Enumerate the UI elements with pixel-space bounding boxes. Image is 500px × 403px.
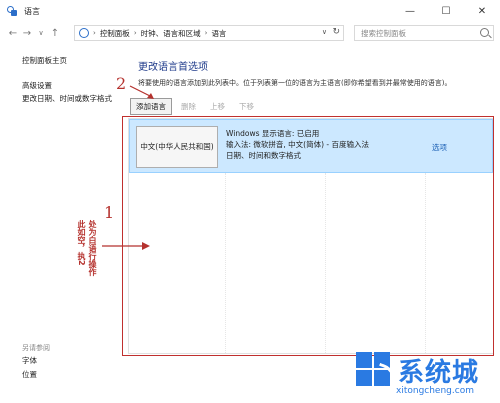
page-description: 将要使用的语言添加到此列表中。位于列表第一位的语言为主语言(即你希望看到并最常使… [138,79,452,87]
chevron-right-icon: › [204,29,208,37]
address-bar: ← → ∨ ↑ › 控制面板 › 时钟、语言和区域 › 语言 ∨ ↻ 搜索控制面… [0,22,500,44]
see-also-header: 另请参阅 [22,344,50,352]
move-down-button[interactable]: 下移 [234,99,259,114]
control-panel-icon [79,28,89,38]
annotation-step-1: 1 [104,203,115,222]
site-watermark: 系统城 xitongcheng.com [356,346,500,403]
see-also-section: 另请参阅 字体 位置 [22,342,50,382]
sidebar-link-home[interactable]: 控制面板主页 [22,54,132,67]
search-icon [480,28,489,37]
recent-dropdown-button[interactable]: ∨ [34,24,48,42]
annotation-note-col1: 处为白语行操作 [88,220,97,276]
up-arrow-icon: ↑ [50,27,60,39]
breadcrumb-clock-language-region[interactable]: 时钟、语言和区域 [141,28,201,39]
add-language-button[interactable]: 添加语言 [130,97,172,115]
watermark-brand: 系统城 [398,358,480,388]
breadcrumb-control-panel[interactable]: 控制面板 [100,28,130,39]
chevron-right-icon: › [133,29,137,37]
move-up-button[interactable]: 上移 [205,99,230,114]
language-toolbar: 添加语言 删除 上移 下移 [130,97,263,115]
search-placeholder: 搜索控制面板 [361,28,406,38]
back-arrow-icon: ← [8,27,18,39]
up-button[interactable]: ↑ [48,24,62,42]
breadcrumb-language[interactable]: 语言 [211,28,226,39]
annotation-arrow-2 [129,85,154,99]
page-title: 更改语言首选项 [138,62,208,73]
forward-arrow-icon: → [22,27,32,39]
language-app-icon [6,5,18,17]
annotation-arrow-1 [102,242,150,250]
minimize-icon: — [405,5,415,17]
sidebar-link-change-date-format[interactable]: 更改日期、时间或数字格式 [22,92,132,105]
title-bar: 语言 — ☐ ✕ [0,0,500,22]
chevron-down-icon: ∨ [38,29,44,37]
see-also-link-location[interactable]: 位置 [22,368,50,382]
search-input[interactable]: 搜索控制面板 [354,25,494,41]
maximize-button[interactable]: ☐ [428,0,464,22]
minimize-button[interactable]: — [392,0,428,22]
address-field[interactable]: › 控制面板 › 时钟、语言和区域 › 语言 ∨ ↻ [74,25,344,41]
chevron-right-icon: › [93,29,96,37]
see-also-link-fonts[interactable]: 字体 [22,354,50,368]
address-dropdown-icon[interactable]: ∨ [322,28,327,36]
close-button[interactable]: ✕ [464,0,500,22]
annotation-step-2: 2 [116,74,127,93]
refresh-icon[interactable]: ↻ [332,27,340,37]
window-title: 语言 [24,6,40,16]
back-button[interactable]: ← [6,24,20,42]
watermark-url: xitongcheng.com [396,386,474,396]
annotation-note-col2: 此如空，执2 [77,220,86,266]
forward-button[interactable]: → [20,24,34,42]
annotation-highlight-box [122,116,494,356]
windows-logo-icon [356,352,401,390]
remove-button[interactable]: 删除 [176,99,201,114]
maximize-icon: ☐ [441,5,451,17]
close-icon: ✕ [477,5,487,17]
